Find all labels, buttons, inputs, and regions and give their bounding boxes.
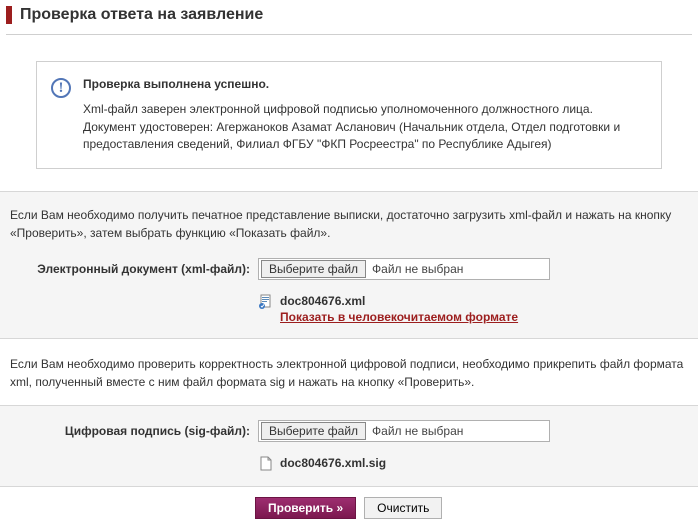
sig-file-input[interactable]: Выберите файл Файл не выбран (258, 420, 550, 442)
show-human-readable-link[interactable]: Показать в человекочитаемом формате (280, 310, 518, 324)
sig-hint-section: Если Вам необходимо проверить корректнос… (0, 338, 698, 405)
sig-file-entry: doc804676.xml.sig (258, 456, 688, 472)
xml-file-input[interactable]: Выберите файл Файл не выбран (258, 258, 550, 280)
sig-form-row: Цифровая подпись (sig-файл): Выберите фа… (10, 420, 688, 472)
xml-file-entry: doc804676.xml Показать в человекочитаемо… (258, 294, 688, 324)
clear-button[interactable]: Очистить (364, 497, 442, 519)
xml-file-status: Файл не выбран (372, 262, 463, 276)
sig-file-name: doc804676.xml.sig (280, 456, 386, 470)
sig-section: Цифровая подпись (sig-файл): Выберите фа… (0, 405, 698, 486)
sig-control-col: Выберите файл Файл не выбран doc804676.x… (258, 420, 688, 472)
check-button[interactable]: Проверить » (255, 497, 356, 519)
xml-file-icon (258, 294, 274, 310)
button-row: Проверить » Очистить (0, 486, 698, 529)
sig-file-info: doc804676.xml.sig (280, 456, 386, 470)
info-icon: ! (51, 78, 71, 98)
xml-section: Если Вам необходимо получить печатное пр… (0, 191, 698, 338)
xml-hint: Если Вам необходимо получить печатное пр… (10, 206, 688, 242)
xml-file-info: doc804676.xml Показать в человекочитаемо… (280, 294, 518, 324)
xml-label: Электронный документ (xml-файл): (10, 258, 258, 276)
message-heading: Проверка выполнена успешно. (83, 76, 647, 93)
message-body: Проверка выполнена успешно. Xml-файл зав… (83, 76, 647, 154)
sig-label: Цифровая подпись (sig-файл): (10, 420, 258, 438)
sig-file-status: Файл не выбран (372, 424, 463, 438)
title-marker (6, 6, 12, 24)
sig-hint: Если Вам необходимо проверить корректнос… (10, 355, 688, 391)
sig-choose-button[interactable]: Выберите файл (261, 422, 366, 440)
message-line1: Xml-файл заверен электронной цифровой по… (83, 101, 647, 118)
xml-form-row: Электронный документ (xml-файл): Выберит… (10, 258, 688, 324)
page-title: Проверка ответа на заявление (20, 6, 263, 24)
title-bar: Проверка ответа на заявление (6, 0, 692, 35)
xml-choose-button[interactable]: Выберите файл (261, 260, 366, 278)
xml-control-col: Выберите файл Файл не выбран doc804676.x… (258, 258, 688, 324)
message-box: ! Проверка выполнена успешно. Xml-файл з… (36, 61, 662, 169)
xml-file-name: doc804676.xml (280, 294, 518, 308)
sig-file-icon (258, 456, 274, 472)
message-line2: Документ удостоверен: Агержаноков Азамат… (83, 119, 647, 154)
